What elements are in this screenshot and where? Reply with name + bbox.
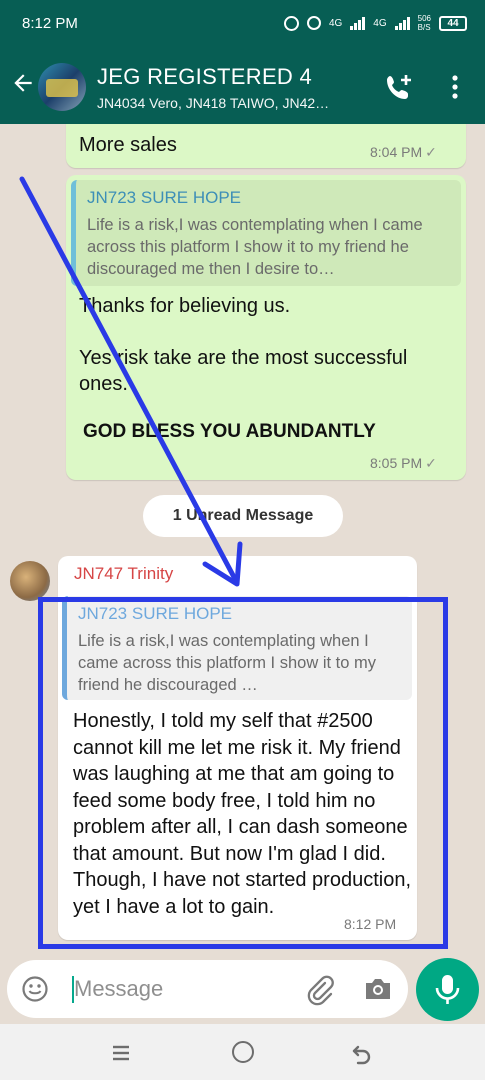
message-placeholder: Message [74, 976, 164, 1001]
nav-home-icon[interactable] [232, 1041, 254, 1063]
status-time: 8:12 PM [22, 15, 78, 32]
more-vert-icon[interactable] [448, 74, 462, 100]
message-time: 8:04 PM [370, 144, 423, 160]
network-label-2: 4G [373, 17, 387, 29]
chat-header: JEG REGISTERED 4 JN4034 Vero, JN418 TAIW… [0, 46, 485, 124]
unread-banner: 1 Unread Message [143, 495, 343, 537]
sent-check-icon: ✓ [425, 144, 437, 160]
sender-name[interactable]: JN747 Trinity [74, 564, 173, 584]
status-bar: 8:12 PM 4G 4G 506 B/S 44 [0, 0, 485, 46]
message-text: More sales [79, 134, 177, 156]
quoted-text: Life is a risk,I was contemplating when … [87, 216, 423, 278]
whatsapp-status-icon [283, 15, 299, 31]
mic-icon [435, 975, 460, 1004]
emoji-icon[interactable] [21, 975, 49, 1003]
outgoing-message[interactable]: JN723 SURE HOPE Life is a risk,I was con… [66, 175, 466, 480]
message-text: Thanks for believing us. Yes risk take a… [79, 295, 408, 395]
battery-icon: 44 [439, 15, 467, 31]
status-indicators: 4G 4G 506 B/S 44 [283, 14, 467, 32]
signal-icon-1 [350, 16, 366, 30]
back-arrow-icon[interactable] [10, 70, 36, 96]
group-title[interactable]: JEG REGISTERED 4 [97, 64, 312, 90]
mic-button[interactable] [416, 958, 479, 1021]
signal-icon-2 [394, 16, 410, 30]
message-time: 8:05 PM [370, 455, 423, 471]
message-input[interactable]: Message [7, 960, 408, 1018]
message-meta: 8:05 PM ✓ [370, 455, 437, 472]
annotation-highlight-box [38, 597, 448, 949]
system-nav-bar [0, 1024, 485, 1080]
add-call-icon[interactable] [384, 73, 414, 101]
sent-check-icon: ✓ [425, 455, 437, 471]
quoted-sender: JN723 SURE HOPE [87, 188, 241, 207]
group-members[interactable]: JN4034 Vero, JN418 TAIWO, JN42… [97, 95, 367, 111]
data-speed-unit: B/S [417, 23, 431, 32]
data-speed: 506 B/S [418, 14, 431, 32]
nav-recent-icon[interactable] [111, 1043, 131, 1063]
sender-avatar[interactable] [10, 561, 50, 601]
attach-icon[interactable] [305, 974, 337, 1006]
message-meta: 8:04 PM ✓ [370, 144, 437, 161]
composer-bar: Message [0, 958, 485, 1024]
message-bold-text: GOD BLESS YOU ABUNDANTLY [83, 421, 376, 442]
alarm-icon [306, 16, 321, 30]
network-label-1: 4G [328, 17, 343, 29]
data-speed-value: 506 [417, 14, 431, 23]
quoted-message[interactable]: JN723 SURE HOPE Life is a risk,I was con… [71, 180, 461, 286]
nav-back-icon[interactable] [350, 1041, 374, 1065]
outgoing-message[interactable]: More sales 8:04 PM ✓ [66, 124, 466, 168]
group-avatar[interactable] [38, 63, 86, 111]
camera-icon[interactable] [363, 975, 393, 1003]
chat-area[interactable]: More sales 8:04 PM ✓ JN723 SURE HOPE Life… [0, 124, 485, 960]
